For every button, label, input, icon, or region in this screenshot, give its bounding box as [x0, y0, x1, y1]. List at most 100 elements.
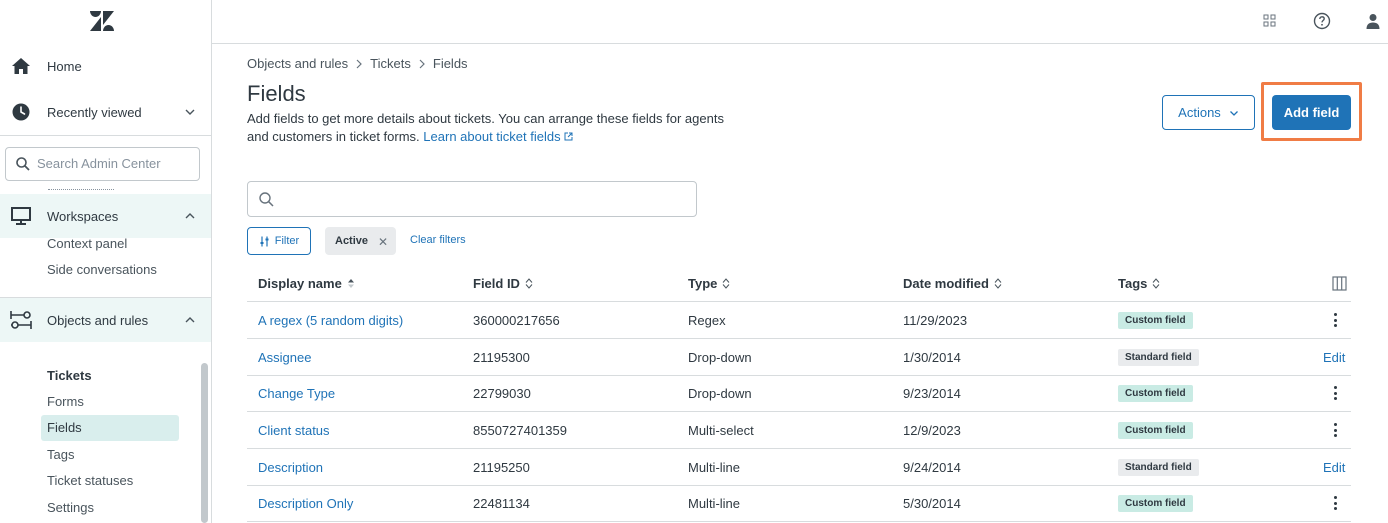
sort-icon: [994, 278, 1002, 289]
table-header: Display name Field ID Type Date modified…: [247, 265, 1351, 302]
nav-settings[interactable]: Settings: [47, 500, 94, 515]
field-name-link[interactable]: A regex (5 random digits): [258, 313, 403, 328]
nav-recently-viewed[interactable]: Recently viewed: [0, 90, 211, 134]
fields-search-field[interactable]: [247, 181, 697, 217]
column-header-display-name[interactable]: Display name: [258, 276, 355, 291]
actions-dropdown-button[interactable]: Actions: [1162, 95, 1255, 130]
breadcrumb-objects-and-rules[interactable]: Objects and rules: [247, 56, 348, 71]
column-settings-icon[interactable]: [1332, 276, 1347, 291]
column-header-label: Date modified: [903, 276, 989, 291]
chevron-right-icon: [356, 59, 363, 68]
actions-button-label: Actions: [1178, 105, 1221, 120]
nav-tickets-heading: Tickets: [47, 368, 92, 383]
column-header-tags[interactable]: Tags: [1118, 276, 1160, 291]
filter-sliders-icon: [260, 236, 269, 246]
remove-filter-icon[interactable]: ✕: [378, 235, 388, 249]
edit-link[interactable]: Edit: [1323, 350, 1345, 365]
sort-ascending-icon: [347, 279, 354, 288]
active-filter-label: Active: [335, 235, 369, 247]
sort-icon: [1153, 278, 1160, 289]
edit-link[interactable]: Edit: [1323, 460, 1345, 475]
chevron-right-icon: [419, 59, 425, 68]
column-header-label: Tags: [1118, 276, 1148, 291]
scrolled-item-remnant: [48, 189, 114, 192]
field-type-cell: Multi-line: [688, 460, 741, 475]
breadcrumb: Objects and rules Tickets Fields: [247, 56, 468, 71]
field-name-link[interactable]: Description: [258, 460, 323, 475]
filter-button[interactable]: Filter: [247, 227, 311, 255]
nav-recently-viewed-label: Recently viewed: [47, 104, 142, 120]
field-id-cell: 8550727401359: [473, 423, 567, 438]
nav-tags[interactable]: Tags: [47, 447, 74, 462]
nav-objects-and-rules-label: Objects and rules: [47, 312, 149, 328]
page-title: Fields: [247, 81, 306, 106]
row-menu-kebab-icon[interactable]: [1330, 384, 1340, 402]
custom-field-tag: Custom field: [1118, 495, 1193, 512]
field-type-cell: Drop-down: [688, 350, 752, 365]
chevron-up-icon[interactable]: [184, 314, 196, 326]
field-id-cell: 21195250: [473, 460, 530, 475]
column-header-field-id[interactable]: Field ID: [473, 276, 533, 291]
field-id-cell: 21195300: [473, 350, 530, 365]
admin-search-input[interactable]: [37, 156, 192, 171]
admin-search-field[interactable]: [5, 147, 200, 181]
nav-context-panel[interactable]: Context panel: [47, 236, 127, 251]
table-row[interactable]: Assignee 21195300 Drop-down 1/30/2014 St…: [247, 339, 1351, 376]
home-icon: [10, 55, 32, 77]
chevron-down-icon[interactable]: [184, 106, 196, 118]
sidebar-scrollbar[interactable]: [201, 363, 208, 523]
column-header-label: Type: [688, 276, 718, 291]
field-type-cell: Drop-down: [688, 386, 752, 401]
top-bar: [212, 0, 1388, 44]
nav-ticket-statuses[interactable]: Ticket statuses: [47, 473, 133, 488]
objects-rules-icon: [10, 309, 32, 331]
field-name-link[interactable]: Assignee: [258, 350, 311, 365]
filter-button-label: Filter: [274, 235, 300, 247]
products-grid-icon[interactable]: [1261, 12, 1279, 30]
table-row[interactable]: Description Only 22481134 Multi-line 5/3…: [247, 485, 1351, 522]
user-avatar-icon[interactable]: [1364, 12, 1382, 30]
help-icon[interactable]: [1313, 12, 1331, 30]
column-header-label: Display name: [258, 276, 342, 291]
table-row[interactable]: Description 21195250 Multi-line 9/24/201…: [247, 449, 1351, 486]
nav-fields[interactable]: Fields: [47, 420, 82, 435]
sort-icon: [723, 278, 730, 289]
nav-home[interactable]: Home: [0, 44, 211, 88]
date-modified-cell: 5/30/2014: [903, 496, 961, 511]
column-header-date-modified[interactable]: Date modified: [903, 276, 1002, 291]
chevron-down-icon: [1229, 110, 1238, 116]
field-name-link[interactable]: Change Type: [258, 386, 335, 401]
column-header-type[interactable]: Type: [688, 276, 730, 291]
nav-workspaces[interactable]: Workspaces: [0, 194, 211, 238]
custom-field-tag: Custom field: [1118, 385, 1193, 402]
sort-icon: [525, 278, 533, 289]
learn-about-fields-link[interactable]: Learn about ticket fields: [423, 129, 573, 144]
nav-objects-and-rules[interactable]: Objects and rules: [0, 298, 211, 342]
field-type-cell: Multi-select: [688, 423, 754, 438]
nav-side-conversations[interactable]: Side conversations: [47, 262, 157, 277]
field-name-link[interactable]: Description Only: [258, 496, 353, 511]
table-row[interactable]: A regex (5 random digits) 360000217656 R…: [247, 302, 1351, 339]
chevron-up-icon[interactable]: [184, 210, 196, 222]
table-row[interactable]: Client status 8550727401359 Multi-select…: [247, 412, 1351, 449]
row-menu-kebab-icon[interactable]: [1330, 494, 1340, 512]
standard-field-tag: Standard field: [1118, 349, 1199, 366]
row-menu-kebab-icon[interactable]: [1330, 311, 1340, 329]
custom-field-tag: Custom field: [1118, 312, 1193, 329]
date-modified-cell: 11/29/2023: [903, 313, 968, 328]
add-field-button[interactable]: Add field: [1272, 95, 1351, 130]
field-type-cell: Multi-line: [688, 496, 741, 511]
field-name-link[interactable]: Client status: [258, 423, 330, 438]
date-modified-cell: 12/9/2023: [903, 423, 961, 438]
table-row[interactable]: Change Type 22799030 Drop-down 9/23/2014…: [247, 375, 1351, 412]
nav-forms[interactable]: Forms: [47, 394, 84, 409]
date-modified-cell: 1/30/2014: [903, 350, 961, 365]
external-link-icon: [564, 132, 573, 141]
search-icon: [16, 157, 30, 171]
zendesk-logo-icon[interactable]: [90, 11, 114, 31]
field-id-cell: 22481134: [473, 496, 530, 511]
standard-field-tag: Standard field: [1118, 459, 1199, 476]
breadcrumb-tickets[interactable]: Tickets: [370, 56, 411, 71]
row-menu-kebab-icon[interactable]: [1330, 421, 1340, 439]
clear-filters-link[interactable]: Clear filters: [410, 234, 466, 246]
